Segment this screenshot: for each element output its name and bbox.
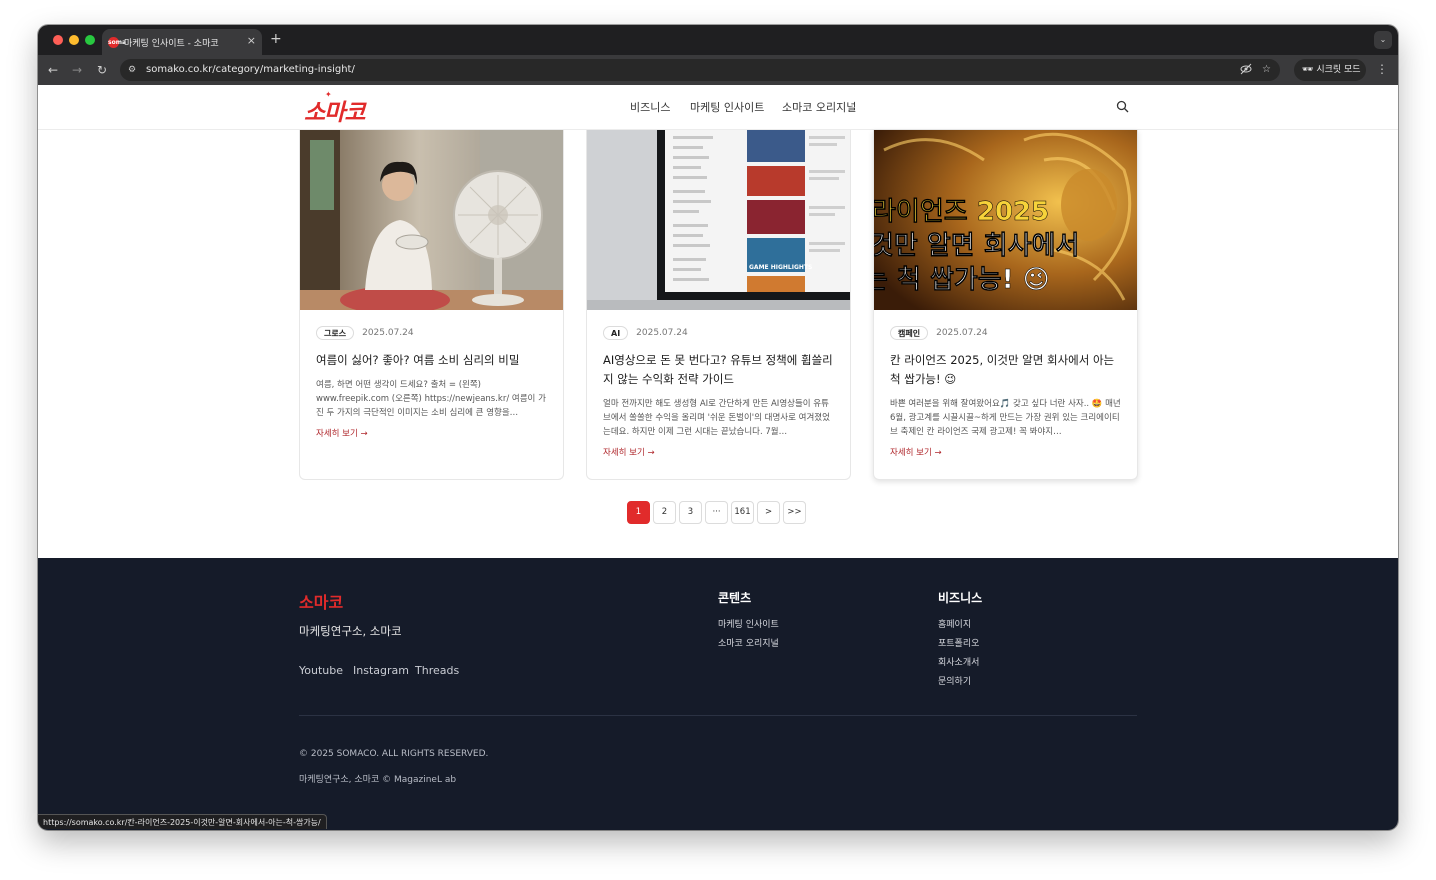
reload-icon[interactable]: ↻ <box>97 62 107 78</box>
maximize-window-button[interactable] <box>85 35 95 45</box>
site-info-icon[interactable]: ⚙ <box>128 63 136 77</box>
logo-star-icon: ✦ <box>325 90 332 99</box>
minimize-window-button[interactable] <box>69 35 79 45</box>
category-badge[interactable]: AI <box>603 326 629 340</box>
page-button-1[interactable]: 1 <box>627 501 650 524</box>
page-ellipsis: ··· <box>705 501 728 524</box>
address-url[interactable]: somako.co.kr/category/marketing-insight/ <box>146 64 355 75</box>
footer-link-somaco-original[interactable]: 소마코 오리지널 <box>718 636 779 649</box>
star-icon[interactable]: ☆ <box>1262 63 1271 77</box>
tab-bar: soma 마케팅 인사이트 - 소마코 × + ⌄ <box>38 25 1398 55</box>
footer-link-contact[interactable]: 문의하기 <box>938 674 971 687</box>
nav-item-business[interactable]: 비즈니스 <box>630 99 670 115</box>
post-card[interactable]: 라이언즈 2025 것만 알면 회사에서 는 척 쌉가능! 😉 캠페인 2025… <box>873 130 1138 480</box>
kebab-menu-icon[interactable]: ⋮ <box>1376 61 1388 77</box>
read-more-link[interactable]: 자세히 보기 → <box>603 446 834 458</box>
post-excerpt: 얼마 전까지만 해도 생성형 AI로 간단하게 만든 AI영상들이 유튜브에서 … <box>603 399 830 437</box>
forward-icon[interactable]: → <box>72 62 82 78</box>
browser-toolbar: ← → ↻ ⚙ somako.co.kr/category/marketing-… <box>38 55 1398 85</box>
incognito-mode-button[interactable]: 🕶 시크릿 모드 <box>1294 59 1366 81</box>
next-page-button[interactable]: > <box>757 501 780 524</box>
read-more-link[interactable]: 자세히 보기 → <box>890 446 1121 458</box>
post-card[interactable]: GAME HIGHLIGHTS AI 2025.07.24 AI영상으로 돈 못… <box>586 130 851 480</box>
footer-brand[interactable]: 소마코 <box>299 589 343 613</box>
footer-link-marketing-insight[interactable]: 마케팅 인사이트 <box>718 617 779 630</box>
footer-credit: 마케팅연구소, 소마코 © MagazineL ab <box>299 775 457 785</box>
tab-close-icon[interactable]: × <box>247 34 256 48</box>
site-logo[interactable]: 소마코 <box>304 93 365 127</box>
thumb-text: GAME HIGHLIGHTS <box>749 264 812 271</box>
footer-business-title: 비즈니스 <box>938 591 983 605</box>
site-footer: 소마코 마케팅연구소, 소마코 Youtube Instagram Thread… <box>38 558 1398 830</box>
post-excerpt: 바쁜 여러분을 위해 잘여왔어요🎵 갖고 싶다 너란 사자.. 🤩 매년 6월,… <box>890 399 1121 437</box>
thumb-text: 는 척 쌉가능! 😉 <box>874 265 1050 295</box>
nav-item-somaco-original[interactable]: 소마코 오리지널 <box>782 99 856 115</box>
last-page-button[interactable]: >> <box>783 501 806 524</box>
browser-tab[interactable]: soma 마케팅 인사이트 - 소마코 × <box>102 29 262 55</box>
post-body: 캠페인 2025.07.24 칸 라이언즈 2025, 이것만 알면 회사에서 … <box>874 310 1137 479</box>
tab-search-icon[interactable]: ⌄ <box>1374 31 1392 49</box>
thumb-text: 것만 알면 회사에서 <box>874 231 1079 261</box>
browser-window: soma 마케팅 인사이트 - 소마코 × + ⌄ ← → ↻ ⚙ somako… <box>38 25 1398 830</box>
page-button-3[interactable]: 3 <box>679 501 702 524</box>
address-bar[interactable]: ⚙ somako.co.kr/category/marketing-insigh… <box>120 59 1280 81</box>
post-body: AI 2025.07.24 AI영상으로 돈 못 번다고? 유튜브 정책에 휩쓸… <box>587 310 850 479</box>
post-date: 2025.07.24 <box>636 328 688 338</box>
post-thumbnail[interactable]: GAME HIGHLIGHTS <box>587 130 850 310</box>
post-meta: 그로스 2025.07.24 <box>316 325 547 341</box>
social-link-youtube[interactable]: Youtube <box>299 664 343 677</box>
post-body: 그로스 2025.07.24 여름이 싫어? 좋아? 여름 소비 심리의 비밀 … <box>300 310 563 479</box>
post-meta: 캠페인 2025.07.24 <box>890 325 1121 341</box>
footer-divider <box>299 715 1137 716</box>
footer-copyright: © 2025 SOMACO. ALL RIGHTS RESERVED. <box>299 749 489 759</box>
thumb-text: 라이언즈 2025 <box>874 197 1049 227</box>
search-icon[interactable] <box>1116 100 1129 113</box>
post-card[interactable]: 그로스 2025.07.24 여름이 싫어? 좋아? 여름 소비 심리의 비밀 … <box>299 130 564 480</box>
read-more-link[interactable]: 자세히 보기 → <box>316 427 547 439</box>
post-excerpt: 여름, 하면 어떤 생각이 드세요? 출처 = (왼쪽) www.freepik… <box>316 380 546 418</box>
post-thumbnail[interactable] <box>300 130 563 310</box>
favicon-icon: soma <box>108 37 126 48</box>
eye-off-icon[interactable] <box>1240 63 1252 80</box>
category-badge[interactable]: 캠페인 <box>890 326 929 340</box>
footer-tagline: 마케팅연구소, 소마코 <box>299 624 402 638</box>
new-tab-button[interactable]: + <box>270 31 282 47</box>
page-button-2[interactable]: 2 <box>653 501 676 524</box>
incognito-label: 시크릿 모드 <box>1316 65 1361 75</box>
social-link-threads[interactable]: Threads <box>415 664 459 677</box>
footer-link-homepage[interactable]: 홈페이지 <box>938 617 971 630</box>
link-status-bar: https://somako.co.kr/칸-라이언즈-2025-이것만-알면-… <box>38 814 327 829</box>
footer-link-portfolio[interactable]: 포트폴리오 <box>938 636 979 649</box>
post-thumbnail[interactable]: 라이언즈 2025 것만 알면 회사에서 는 척 쌉가능! 😉 <box>874 130 1137 310</box>
category-badge[interactable]: 그로스 <box>316 326 355 340</box>
post-title[interactable]: AI영상으로 돈 못 번다고? 유튜브 정책에 휩쓸리지 않는 수익화 전략 가… <box>603 351 834 389</box>
page-button-last[interactable]: 161 <box>731 501 754 524</box>
post-date: 2025.07.24 <box>936 328 988 338</box>
footer-link-company-intro[interactable]: 회사소개서 <box>938 655 979 668</box>
footer-content-title: 콘텐츠 <box>718 591 752 605</box>
close-window-button[interactable] <box>53 35 63 45</box>
tab-title: 마케팅 인사이트 - 소마코 <box>124 39 219 49</box>
main-content: 그로스 2025.07.24 여름이 싫어? 좋아? 여름 소비 심리의 비밀 … <box>38 130 1398 558</box>
post-meta: AI 2025.07.24 <box>603 325 834 341</box>
social-link-instagram[interactable]: Instagram <box>353 664 409 677</box>
post-title[interactable]: 칸 라이언즈 2025, 이것만 알면 회사에서 아는 척 쌉가능! 😉 <box>890 351 1121 389</box>
post-date: 2025.07.24 <box>362 328 414 338</box>
post-title[interactable]: 여름이 싫어? 좋아? 여름 소비 심리의 비밀 <box>316 351 547 370</box>
incognito-icon: 🕶 <box>1302 65 1314 75</box>
site-header: 소마코 ✦ 비즈니스 마케팅 인사이트 소마코 오리지널 <box>38 85 1398 130</box>
back-icon[interactable]: ← <box>48 62 58 78</box>
nav-item-marketing-insight[interactable]: 마케팅 인사이트 <box>690 99 764 115</box>
pagination: 1 2 3 ··· 161 > >> <box>627 501 809 524</box>
